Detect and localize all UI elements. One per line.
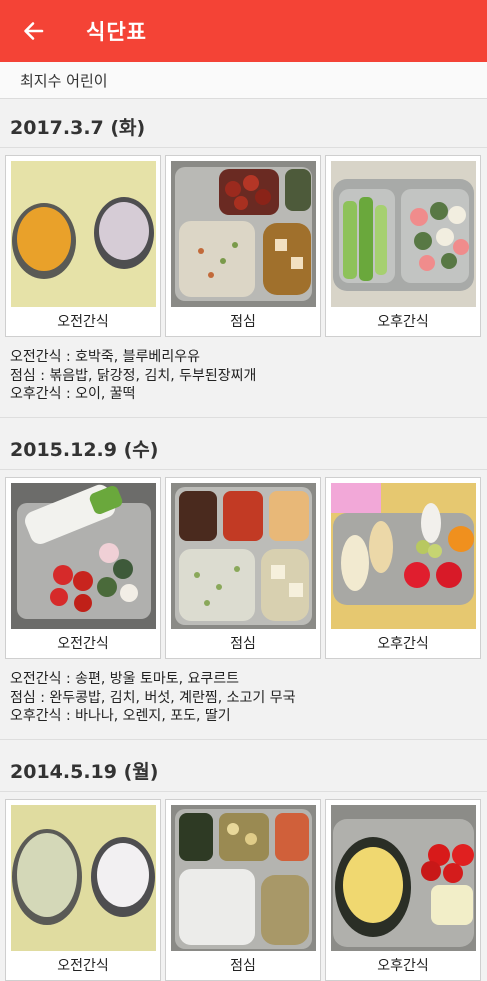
snack-photo [11, 483, 156, 629]
meal-card-afternoon-snack[interactable]: 오후간식 [325, 155, 481, 337]
snack-photo [11, 805, 156, 951]
menu-line: 점심 : 완두콩밥, 김치, 버섯, 계란찜, 소고기 무국 [10, 689, 296, 706]
divider [0, 469, 487, 470]
meal-label: 점심 [230, 314, 256, 330]
snack-photo [331, 805, 476, 951]
meal-label: 점심 [230, 958, 256, 974]
meal-label: 오전간식 [57, 958, 109, 974]
meal-label: 오전간식 [57, 636, 109, 652]
menu-line: 오후간식 : 바나나, 오렌지, 포도, 딸기 [10, 708, 231, 724]
snack-photo [331, 161, 476, 307]
meal-card-afternoon-snack[interactable]: 오후간식 [325, 799, 481, 981]
meal-card-morning-snack[interactable]: 오전간식 [5, 799, 161, 981]
divider [0, 791, 487, 792]
day-date: 2017.3.7 (화) [10, 117, 146, 139]
meal-label: 점심 [230, 636, 256, 652]
meal-card-morning-snack[interactable]: 오전간식 [5, 477, 161, 659]
meal-label: 오전간식 [57, 314, 109, 330]
divider [0, 147, 487, 148]
arrow-left-icon[interactable] [21, 19, 45, 43]
snack-photo [11, 161, 156, 307]
child-name: 최지수 어린이 [20, 71, 108, 90]
meal-card-lunch[interactable]: 점심 [165, 799, 321, 981]
divider [0, 739, 487, 740]
lunch-photo [171, 161, 316, 307]
meal-label: 오후간식 [377, 958, 429, 974]
meal-card-lunch[interactable]: 점심 [165, 155, 321, 337]
lunch-photo [171, 805, 316, 951]
menu-text: 오전간식 : 송편, 방울 토마토, 요쿠르트 점심 : 완두콩밥, 김치, 버… [10, 670, 296, 726]
menu-line: 오전간식 : 송편, 방울 토마토, 요쿠르트 [10, 671, 240, 687]
day-date: 2014.5.19 (월) [10, 761, 159, 783]
meal-label: 오후간식 [377, 636, 429, 652]
meal-label: 오후간식 [377, 314, 429, 330]
menu-line: 점심 : 볶음밥, 닭강정, 김치, 두부된장찌개 [10, 367, 257, 384]
snack-photo [331, 483, 476, 629]
child-name-bar: 최지수 어린이 [0, 62, 487, 99]
menu-text: 오전간식 : 호박죽, 블루베리우유 점심 : 볶음밥, 닭강정, 김치, 두부… [10, 348, 256, 404]
menu-line: 오전간식 : 호박죽, 블루베리우유 [10, 349, 200, 365]
meal-card-afternoon-snack[interactable]: 오후간식 [325, 477, 481, 659]
app-bar: 식단표 [0, 0, 487, 62]
day-date: 2015.12.9 (수) [10, 439, 159, 461]
lunch-photo [171, 483, 316, 629]
meal-card-morning-snack[interactable]: 오전간식 [5, 155, 161, 337]
menu-line: 오후간식 : 오이, 꿀떡 [10, 386, 136, 402]
divider [0, 417, 487, 418]
page-title: 식단표 [86, 20, 147, 44]
meal-card-lunch[interactable]: 점심 [165, 477, 321, 659]
